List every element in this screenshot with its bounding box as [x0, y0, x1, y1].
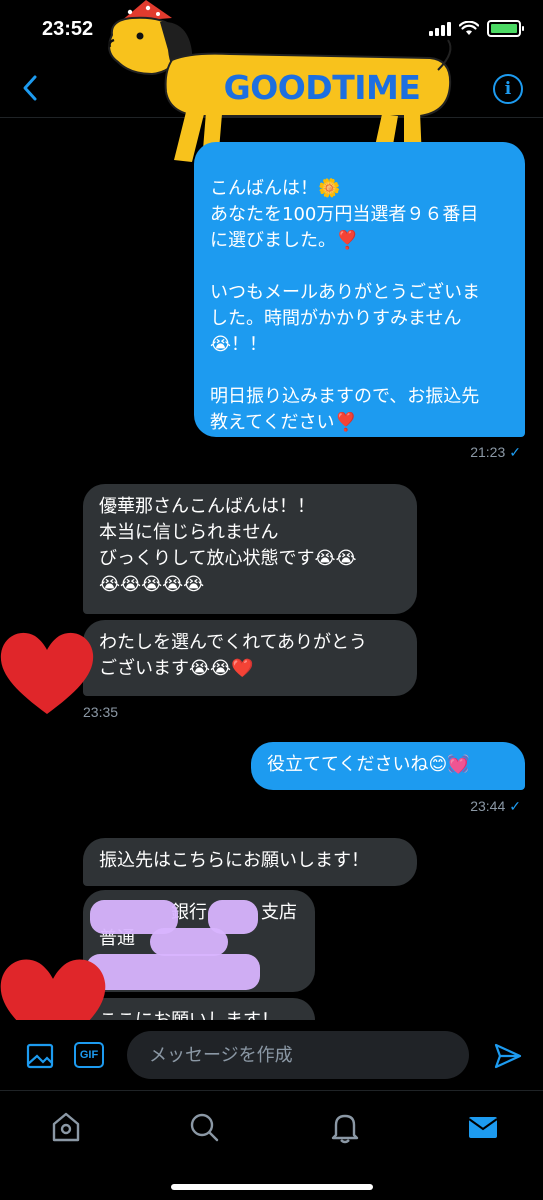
compose-bar: GIF [0, 1020, 543, 1090]
home-indicator [171, 1184, 373, 1190]
message-bubble-incoming[interactable]: ここにお願いします！ [83, 998, 315, 1020]
messages-icon[interactable] [465, 1109, 501, 1145]
read-check-icon: ✓ [509, 444, 521, 460]
message-bubble-incoming[interactable]: 優華那さんこんばんは！！ 本当に信じられません びっくりして放心状態です😭😭 😭… [83, 484, 417, 614]
message-bubble-outgoing[interactable]: 役立ててくださいね😊💓 [251, 742, 525, 790]
info-icon[interactable]: i [493, 74, 523, 104]
send-icon[interactable] [493, 1042, 523, 1070]
message-bubble-incoming[interactable]: わたしを選んでくれてありがとう ございます😭😭❤️ [83, 620, 417, 696]
chevron-left-icon[interactable] [18, 72, 42, 104]
status-time: 23:52 [42, 18, 94, 40]
redaction-mark [86, 954, 260, 990]
message-input[interactable] [127, 1031, 469, 1079]
search-icon[interactable] [186, 1109, 222, 1145]
redaction-mark [150, 928, 228, 956]
heart-sticker-icon [0, 959, 106, 1020]
image-icon[interactable] [26, 1042, 54, 1070]
sticker-text: GOODTIME [224, 68, 421, 107]
message-bubble-outgoing[interactable]: こんばんは！🌼 あなたを100万円当選者９６番目 に選びました。❣️ いつもメー… [194, 142, 525, 437]
heart-sticker-icon [0, 632, 94, 714]
message-timestamp: 21:23 ✓ [470, 444, 521, 460]
wifi-icon [459, 21, 479, 35]
battery-charging-icon [487, 20, 524, 37]
message-timestamp: 23:44 ✓ [470, 798, 521, 814]
notifications-icon[interactable] [327, 1109, 363, 1145]
read-check-icon: ✓ [509, 798, 521, 814]
gif-button[interactable]: GIF [74, 1042, 104, 1068]
home-icon[interactable] [48, 1109, 84, 1145]
message-bubble-incoming[interactable]: 振込先はこちらにお願いします！ [83, 838, 417, 886]
message-list[interactable]: こんばんは！🌼 あなたを100万円当選者９６番目 に選びました。❣️ いつもメー… [0, 118, 543, 1020]
